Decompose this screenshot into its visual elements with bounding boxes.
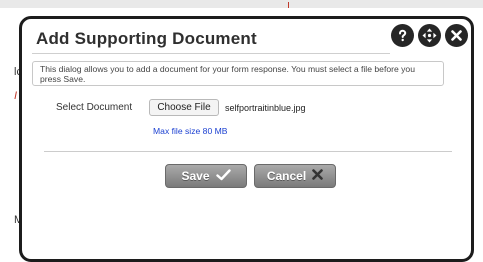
background-accent-line: [288, 2, 289, 8]
choose-file-button[interactable]: Choose File: [149, 99, 219, 116]
background-top-bar: [0, 0, 483, 8]
selected-file-name: selfportraitinblue.jpg: [225, 103, 306, 113]
close-icon[interactable]: [445, 24, 468, 47]
max-file-size-note: Max file size 80 MB: [153, 126, 228, 136]
checkmark-icon: [215, 168, 231, 184]
info-message: This dialog allows you to add a document…: [32, 61, 444, 86]
footer-divider: [44, 151, 452, 152]
save-button[interactable]: Save: [165, 164, 247, 188]
cancel-button-label: Cancel: [266, 169, 307, 183]
info-text: This dialog allows you to add a document…: [40, 64, 415, 84]
move-icon[interactable]: [418, 24, 441, 47]
select-document-label: Select Document: [56, 102, 133, 113]
save-button-label: Save: [181, 169, 210, 183]
background-text-fragment: I: [14, 90, 18, 102]
dialog-title: Add Supporting Document: [36, 29, 257, 48]
help-icon[interactable]: [391, 24, 414, 47]
x-icon: [312, 169, 323, 183]
title-divider: [32, 53, 390, 54]
cancel-button[interactable]: Cancel: [254, 164, 336, 188]
add-supporting-document-dialog: Add Supporting Document This dialog allo…: [19, 16, 474, 262]
